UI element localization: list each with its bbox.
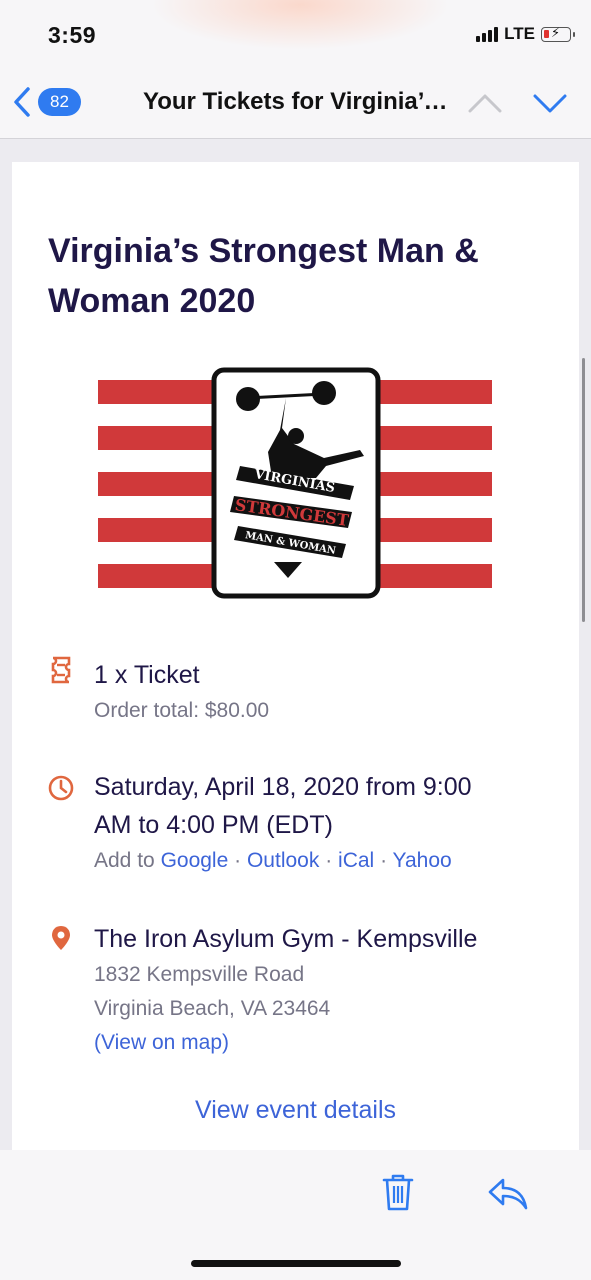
nav-bar: 82 Your Tickets for Virginia’s Strongest… bbox=[0, 62, 591, 139]
add-to-outlook-link[interactable]: Outlook bbox=[247, 849, 319, 872]
view-event-details-link[interactable]: View event details bbox=[12, 1096, 579, 1125]
order-total: Order total: $80.00 bbox=[94, 699, 270, 722]
signal-icon bbox=[476, 26, 499, 42]
trash-icon[interactable] bbox=[380, 1172, 416, 1212]
email-subject: Your Tickets for Virginia’s Strongest Ma… bbox=[143, 88, 453, 115]
back-button[interactable]: 82 bbox=[12, 86, 81, 118]
ticket-title: 1 x Ticket bbox=[94, 661, 200, 689]
clock-icon bbox=[48, 775, 74, 801]
status-time: 3:59 bbox=[48, 22, 97, 48]
event-title: Virginia’s Strongest Man & Woman 2020 bbox=[48, 232, 479, 320]
email-body: Virginia’s Strongest Man & Woman 2020 VI… bbox=[12, 162, 579, 1150]
chevron-left-icon bbox=[14, 87, 30, 117]
event-logo: VIRGINIAS STRONGEST MAN & WOMAN bbox=[98, 367, 492, 599]
unread-count-badge: 82 bbox=[38, 88, 81, 116]
ticket-icon bbox=[51, 656, 71, 684]
home-indicator bbox=[191, 1260, 401, 1267]
battery-icon: ⚡ bbox=[541, 25, 575, 42]
status-bar: 3:59 LTE ⚡ bbox=[0, 0, 591, 62]
view-on-map-link[interactable]: (View on map) bbox=[94, 1026, 544, 1060]
network-label: LTE bbox=[504, 24, 535, 43]
add-to-google-link[interactable]: Google bbox=[161, 849, 229, 872]
add-to-ical-link[interactable]: iCal bbox=[338, 849, 374, 872]
location-pin-icon bbox=[52, 926, 70, 950]
bottom-toolbar bbox=[0, 1150, 591, 1280]
add-to-label: Add to bbox=[94, 849, 155, 872]
previous-message-button[interactable] bbox=[468, 92, 502, 114]
event-datetime-line2: AM to 4:00 PM (EDT) bbox=[94, 811, 333, 839]
venue-street: 1832 Kempsville Road bbox=[94, 963, 305, 986]
next-message-button[interactable] bbox=[533, 92, 567, 114]
add-to-calendar: Add to Google · Outlook · iCal · Yahoo bbox=[94, 849, 452, 872]
add-to-yahoo-link[interactable]: Yahoo bbox=[393, 849, 452, 872]
reply-icon[interactable] bbox=[487, 1176, 529, 1212]
venue-city: Virginia Beach, VA 23464 bbox=[94, 997, 331, 1020]
scrollbar[interactable] bbox=[582, 358, 585, 622]
event-datetime-line1: Saturday, April 18, 2020 from 9:00 bbox=[94, 773, 472, 801]
venue-name: The Iron Asylum Gym - Kempsville bbox=[94, 925, 478, 953]
